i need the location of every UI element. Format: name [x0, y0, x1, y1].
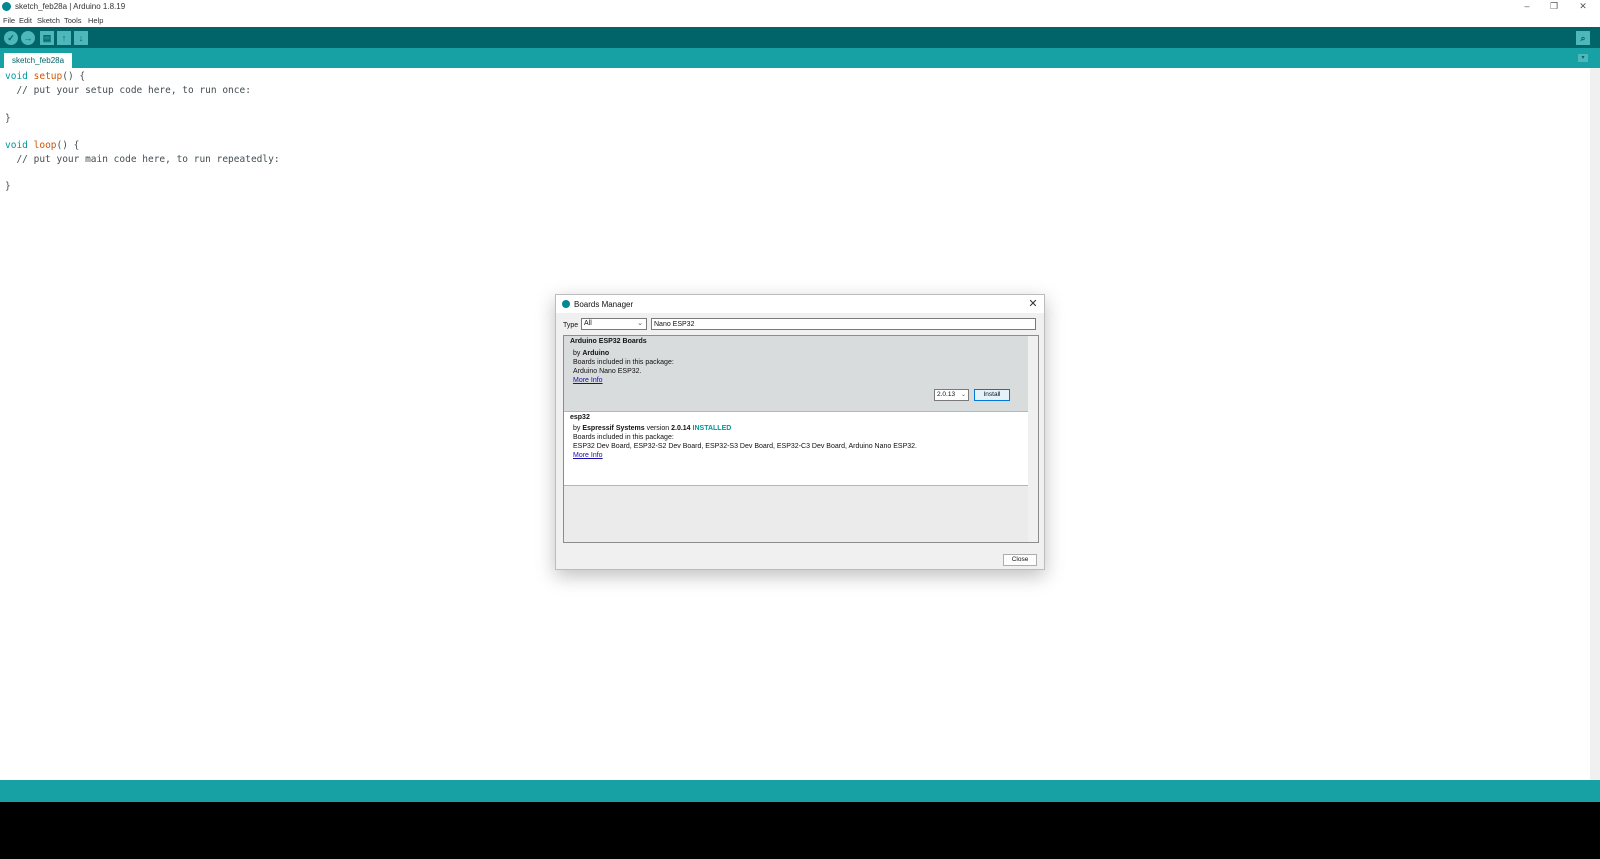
arduino-logo-icon: [2, 2, 11, 11]
maximize-button[interactable]: ❐: [1541, 0, 1567, 14]
dialog-header: Boards Manager ✕: [556, 295, 1044, 313]
close-icon[interactable]: ✕: [1026, 297, 1040, 311]
package-author: by Espressif Systems version 2.0.14 INST…: [573, 425, 732, 432]
menu-tools[interactable]: Tools: [64, 16, 82, 25]
verify-icon[interactable]: ✓: [4, 31, 18, 45]
code-line: void setup() {: [5, 71, 86, 82]
upload-icon[interactable]: →: [21, 31, 35, 45]
tab-bar: sketch_feb28a ▾: [0, 48, 1600, 68]
toolbar: ✓ → ▤ ↑ ↓ ⌕: [0, 27, 1600, 48]
type-dropdown-value: All: [584, 320, 592, 327]
dialog-title: Boards Manager: [574, 300, 634, 309]
boards-list: ESP32 Dev Board, ESP32-S2 Dev Board, ESP…: [573, 443, 917, 450]
menu-file[interactable]: File: [3, 16, 15, 25]
open-sketch-icon[interactable]: ↑: [57, 31, 71, 45]
menu-help[interactable]: Help: [88, 16, 103, 25]
menu-bar: File Edit Sketch Tools Help: [0, 14, 1600, 26]
boards-list: Arduino Nano ESP32.: [573, 368, 642, 375]
list-item[interactable]: esp32 by Espressif Systems version 2.0.1…: [564, 412, 1030, 486]
code-line: // put your setup code here, to run once…: [5, 85, 251, 96]
new-sketch-icon[interactable]: ▤: [40, 31, 54, 45]
search-input[interactable]: [651, 318, 1036, 330]
type-dropdown[interactable]: All ⌄: [581, 318, 647, 330]
chevron-down-icon: ⌄: [637, 320, 643, 327]
close-window-button[interactable]: ✕: [1570, 0, 1596, 14]
menu-sketch[interactable]: Sketch: [37, 16, 60, 25]
console-output: [0, 802, 1600, 859]
type-label: Type: [563, 322, 579, 329]
tab-menu-icon[interactable]: ▾: [1578, 54, 1588, 62]
more-info-link[interactable]: More Info: [573, 452, 603, 459]
version-dropdown-value: 2.0.13: [937, 391, 956, 398]
window-title: sketch_feb28a | Arduino 1.8.19: [15, 2, 126, 11]
install-button[interactable]: Install: [974, 389, 1010, 401]
close-button[interactable]: Close: [1003, 554, 1037, 566]
boards-manager-dialog: Boards Manager ✕ Type All ⌄ Arduino ESP3…: [555, 294, 1045, 570]
package-list: Arduino ESP32 Boards by Arduino Boards i…: [563, 335, 1039, 543]
list-scrollbar[interactable]: [1028, 336, 1038, 542]
boards-label: Boards included in this package:: [573, 359, 674, 366]
chevron-down-icon: ⌄: [960, 392, 966, 398]
package-name: Arduino ESP32 Boards: [570, 338, 647, 345]
save-sketch-icon[interactable]: ↓: [74, 31, 88, 45]
code-line: // put your main code here, to run repea…: [5, 154, 280, 165]
editor-scrollbar[interactable]: [1590, 68, 1600, 780]
code-line: }: [5, 181, 11, 192]
boards-label: Boards included in this package:: [573, 434, 674, 441]
arduino-logo-icon: [562, 300, 570, 308]
title-bar: sketch_feb28a | Arduino 1.8.19 – ❐ ✕: [0, 0, 1600, 14]
menu-edit[interactable]: Edit: [19, 16, 32, 25]
package-author: by Arduino: [573, 350, 610, 357]
tab-sketch[interactable]: sketch_feb28a: [4, 53, 73, 68]
code-line: }: [5, 113, 11, 124]
list-item[interactable]: Arduino ESP32 Boards by Arduino Boards i…: [564, 336, 1030, 412]
minimize-button[interactable]: –: [1514, 0, 1540, 14]
code-line: void loop() {: [5, 140, 80, 151]
status-bar: [0, 780, 1600, 802]
installed-badge: INSTALLED: [692, 425, 732, 432]
more-info-link[interactable]: More Info: [573, 377, 603, 384]
version-dropdown[interactable]: 2.0.13 ⌄: [934, 389, 969, 401]
serial-monitor-icon[interactable]: ⌕: [1576, 31, 1590, 45]
package-name: esp32: [570, 414, 590, 421]
